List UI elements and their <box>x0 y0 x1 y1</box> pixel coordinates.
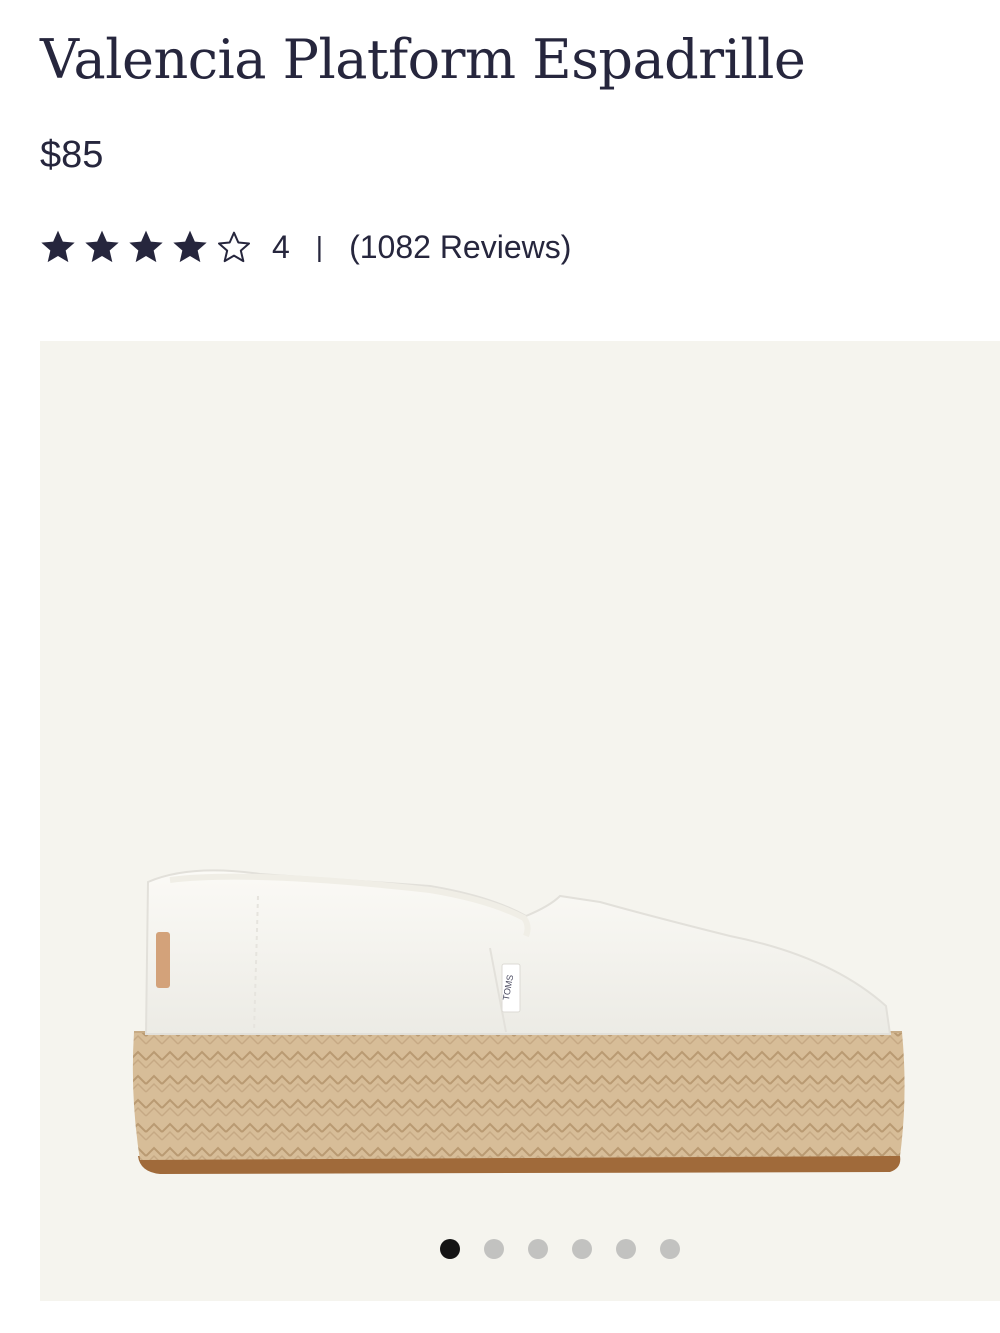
reviews-link[interactable]: (1082 Reviews) <box>349 229 571 266</box>
carousel-dot[interactable] <box>440 1239 460 1259</box>
product-price: $85 <box>40 134 104 176</box>
product-image[interactable]: TOMS <box>130 856 910 1196</box>
product-image-carousel[interactable]: TOMS <box>40 341 1000 1301</box>
rating-separator: | <box>315 231 324 262</box>
product-title: Valencia Platform Espadrille <box>40 28 806 91</box>
star-rating <box>38 227 254 267</box>
star-filled-icon <box>85 230 119 263</box>
carousel-dot[interactable] <box>528 1239 548 1259</box>
rating-value: 4 <box>272 228 290 265</box>
carousel-dot[interactable] <box>572 1239 592 1259</box>
carousel-dot[interactable] <box>484 1239 504 1259</box>
carousel-dot[interactable] <box>660 1239 680 1259</box>
star-filled-icon <box>41 230 75 263</box>
carousel-pagination <box>40 1239 1000 1259</box>
rating-summary[interactable]: 4 | (1082 Reviews) <box>38 224 571 270</box>
star-filled-icon <box>173 230 207 263</box>
star-empty-icon <box>218 231 250 263</box>
star-filled-icon <box>129 230 163 263</box>
carousel-dot[interactable] <box>616 1239 636 1259</box>
